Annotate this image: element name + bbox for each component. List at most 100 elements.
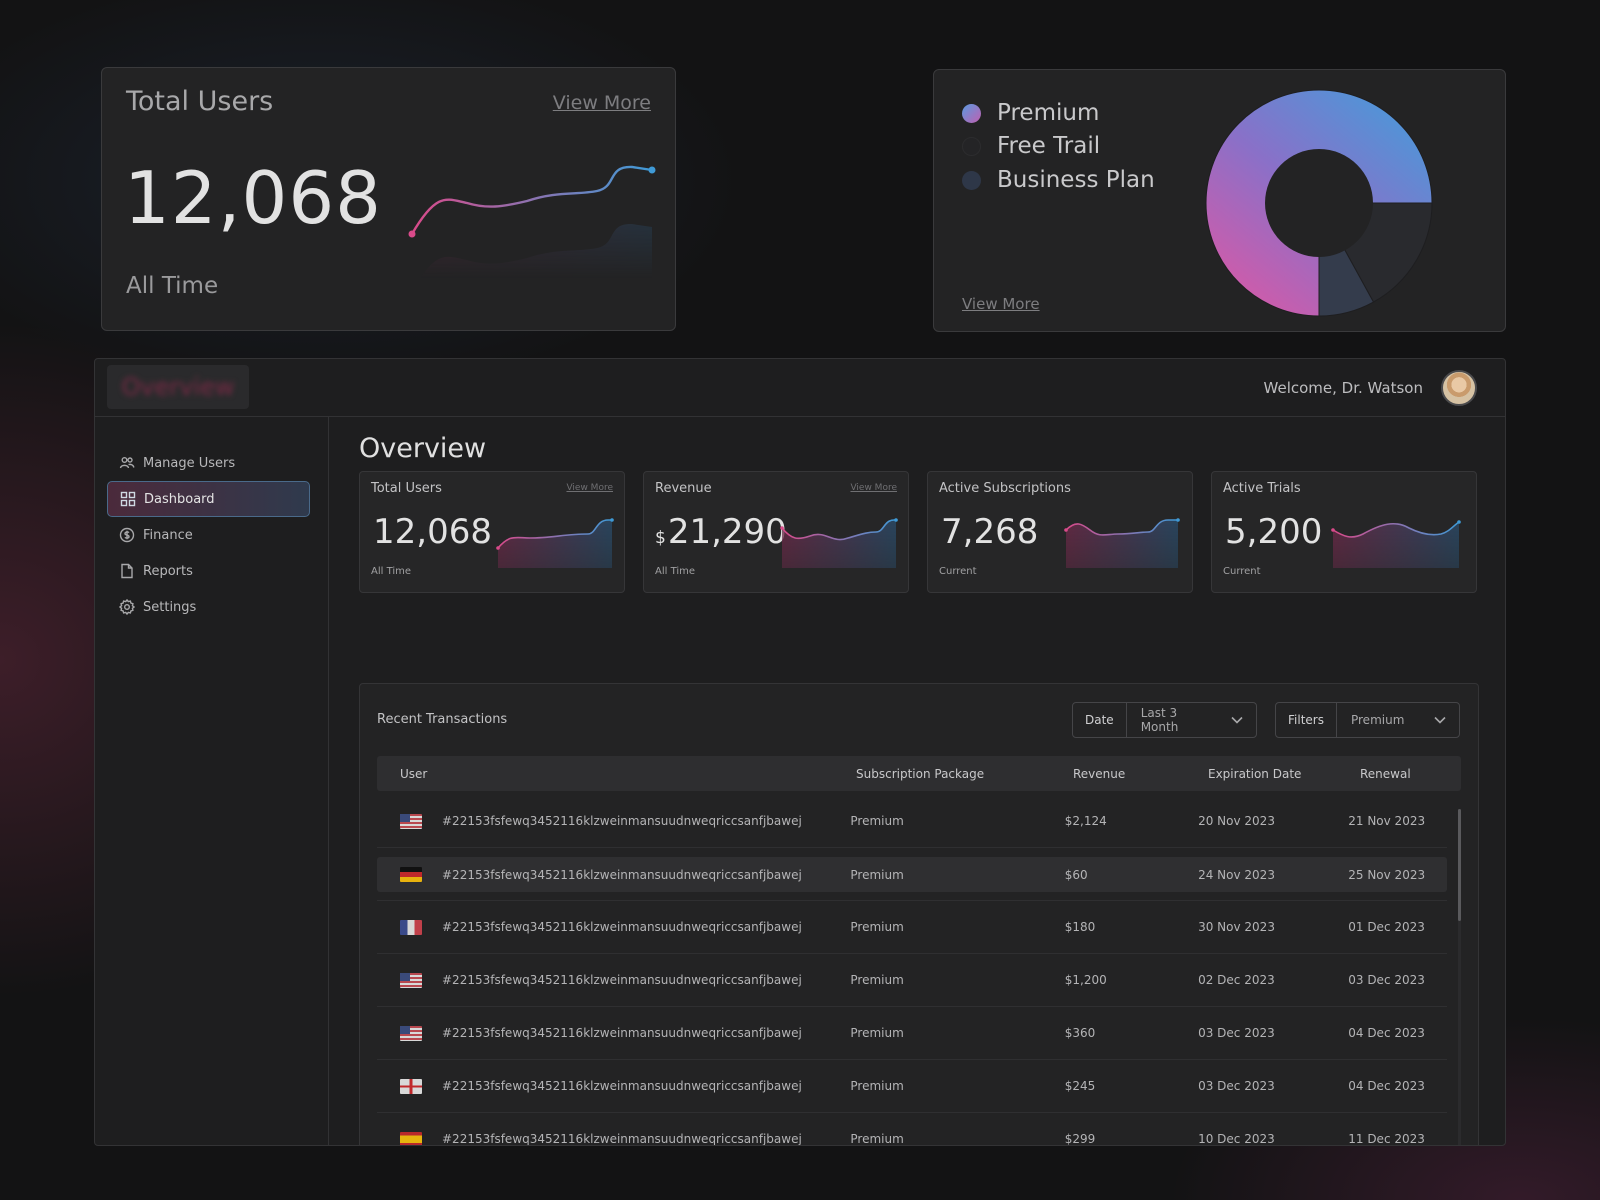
user-id: #22153fsfewq3452116klzweinmansuudnweqric… [442,867,802,882]
sidebar-item-reports[interactable]: Reports [107,553,310,589]
date-filter-dropdown[interactable]: Date Last 3 Month [1072,702,1257,738]
legend-dot-free-trail [962,136,981,156]
table-row[interactable]: #22153fsfewq3452116klzweinmansuudnweqric… [377,954,1447,1007]
expiration-cell: 24 Nov 2023 [1198,867,1275,882]
subscriptions-legend: Premium Free Trail Business Plan [962,98,1155,198]
stat-sparkline [1331,520,1461,568]
sidebar-item-label: Manage Users [143,455,236,471]
transactions-table-body: #22153fsfewq3452116klzweinmansuudnweqric… [377,795,1447,1146]
avatar[interactable] [1441,370,1477,406]
logo[interactable]: Overview [107,365,249,409]
expiration-cell: 20 Nov 2023 [1198,814,1275,828]
sidebar-item-manage-users[interactable]: Manage Users [107,445,310,481]
column-header-package[interactable]: Subscription Package [856,767,1073,781]
stat-card-active-subscriptions: Active Subscriptions 7,268 Current [927,471,1193,593]
package-cell: Premium [850,1079,904,1093]
gear-icon [119,599,135,615]
revenue-cell: $180 [1064,920,1096,934]
stat-number: 21,290 [667,512,787,552]
stat-value: 7,268 [939,512,1038,552]
main-content: Overview Total Users View More 12,068 Al… [359,417,1479,1146]
total-users-title: Total Users [126,86,274,117]
subscriptions-donut-chart [1205,89,1433,317]
app-window: Overview Welcome, Dr. Watson Manage User… [94,358,1506,1146]
expiration-cell: 02 Dec 2023 [1198,973,1275,987]
legend-label: Business Plan [997,167,1155,193]
revenue-cell: $1,200 [1064,973,1107,987]
table-row[interactable]: #22153fsfewq3452116klzweinmansuudnweqric… [377,901,1447,954]
table-scrollbar[interactable] [1458,809,1461,1145]
table-row[interactable]: #22153fsfewq3452116klzweinmansuudnweqric… [377,1060,1447,1113]
plan-filter-key: Filters [1276,703,1337,737]
expiration-cell: 10 Dec 2023 [1198,1132,1275,1146]
recent-transactions-title: Recent Transactions [377,712,508,727]
renewal-cell: 21 Nov 2023 [1348,814,1426,828]
user-id: #22153fsfewq3452116klzweinmansuudnweqric… [442,1079,802,1093]
legend-item-business-plan: Business Plan [962,165,1155,195]
user-id: #22153fsfewq3452116klzweinmansuudnweqric… [442,1132,802,1146]
stat-view-more-link[interactable]: View More [566,483,613,493]
document-icon [121,563,133,579]
expiration-cell: 30 Nov 2023 [1198,920,1275,934]
stat-title: Revenue [655,481,712,496]
sidebar-item-label: Reports [143,563,193,579]
package-cell: Premium [850,1132,904,1146]
stat-currency: $ [655,528,666,548]
subscriptions-view-more-link[interactable]: View More [962,295,1040,313]
package-cell: Premium [850,973,904,987]
legend-item-premium: Premium [962,98,1155,128]
stat-number: 5,200 [1225,512,1323,552]
column-header-revenue[interactable]: Revenue [1073,767,1208,781]
sidebar-item-finance[interactable]: Finance [107,517,310,553]
renewal-cell: 04 Dec 2023 [1348,1079,1425,1093]
legend-label: Premium [997,100,1100,126]
stat-value: 12,068 [371,512,492,552]
sidebar-item-settings[interactable]: Settings [107,589,310,625]
sidebar-item-label: Finance [143,527,193,543]
stat-subtitle: Current [939,566,977,577]
package-cell: Premium [850,867,904,882]
user-id: #22153fsfewq3452116klzweinmansuudnweqric… [442,814,802,828]
plan-filter-dropdown[interactable]: Filters Premium [1275,702,1460,738]
total-users-value: 12,068 [124,156,382,240]
legend-label: Free Trail [997,133,1101,159]
stat-sparkline [780,518,898,568]
stat-card-active-trials: Active Trials 5,200 Current [1211,471,1477,593]
revenue-cell: $299 [1064,1132,1096,1146]
stat-card-total-users: Total Users View More 12,068 All Time [359,471,625,593]
table-row[interactable]: #22153fsfewq3452116klzweinmansuudnweqric… [377,1007,1447,1060]
column-header-renewal[interactable]: Renewal [1360,767,1460,781]
column-header-expiration[interactable]: Expiration Date [1208,767,1360,781]
revenue-cell: $360 [1064,1026,1096,1040]
table-scrollbar-thumb[interactable] [1458,809,1461,921]
table-row[interactable]: #22153fsfewq3452116klzweinmansuudnweqric… [377,1113,1447,1146]
user-id: #22153fsfewq3452116klzweinmansuudnweqric… [442,973,802,987]
stat-number: 7,268 [941,512,1039,552]
stat-view-more-link[interactable]: View More [850,483,897,493]
renewal-cell: 01 Dec 2023 [1348,920,1425,934]
legend-dot-premium [962,103,981,123]
renewal-cell: 04 Dec 2023 [1348,1026,1425,1040]
column-header-user[interactable]: User [377,767,856,781]
table-row[interactable]: #22153fsfewq3452116klzweinmansuudnweqric… [377,795,1447,848]
de-flag-icon [400,867,422,882]
stat-sparkline [1064,518,1180,568]
sidebar-item-dashboard[interactable]: Dashboard [107,481,310,517]
plan-filter-value: Premium [1350,713,1405,727]
users-icon [119,457,135,469]
stat-title: Active Subscriptions [939,481,1071,496]
logo-text: Overview [121,373,235,401]
es-flag-icon [400,1131,422,1145]
stat-card-revenue: Revenue View More $21,290 All Time [643,471,909,593]
ge-flag-icon [400,1078,422,1094]
user-id: #22153fsfewq3452116klzweinmansuudnweqric… [442,920,802,934]
recent-transactions-panel: Recent Transactions Date Last 3 Month Fi… [359,683,1479,1146]
package-cell: Premium [850,814,904,828]
total-users-view-more-link[interactable]: View More [553,92,651,114]
table-row[interactable]: #22153fsfewq3452116klzweinmansuudnweqric… [377,857,1447,901]
top-bar: Overview Welcome, Dr. Watson [95,359,1505,417]
fr-flag-icon [400,919,422,935]
page-title: Overview [359,433,487,464]
us-flag-icon [400,813,422,829]
total-users-subtitle: All Time [126,273,219,299]
